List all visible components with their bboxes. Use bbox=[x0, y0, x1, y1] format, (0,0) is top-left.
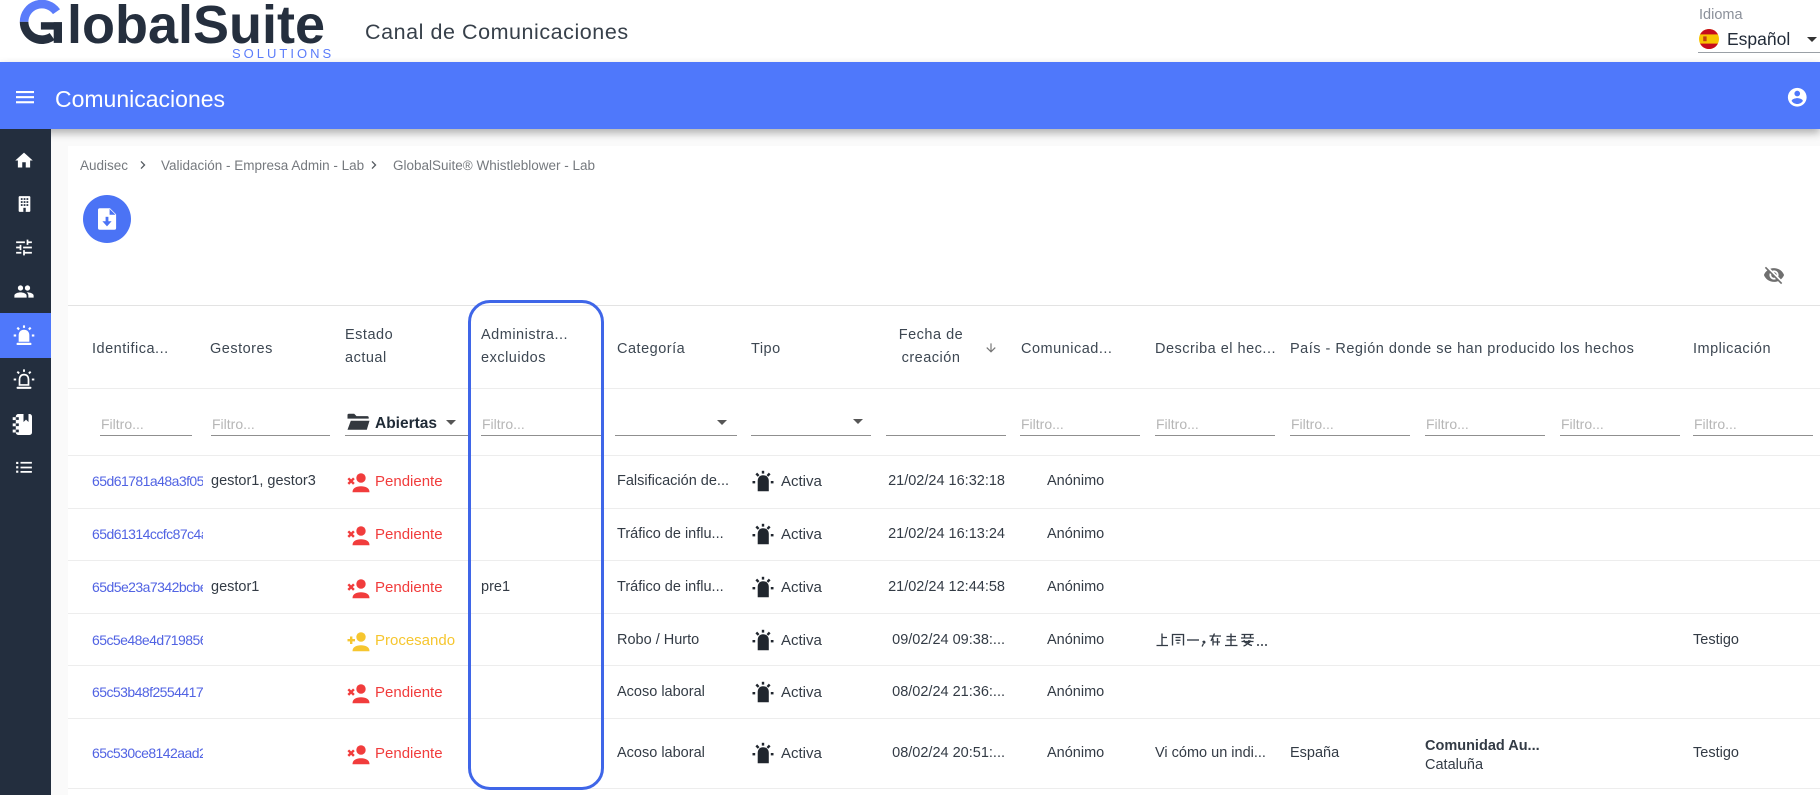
svg-text:SOLUTIONS: SOLUTIONS bbox=[232, 46, 334, 61]
